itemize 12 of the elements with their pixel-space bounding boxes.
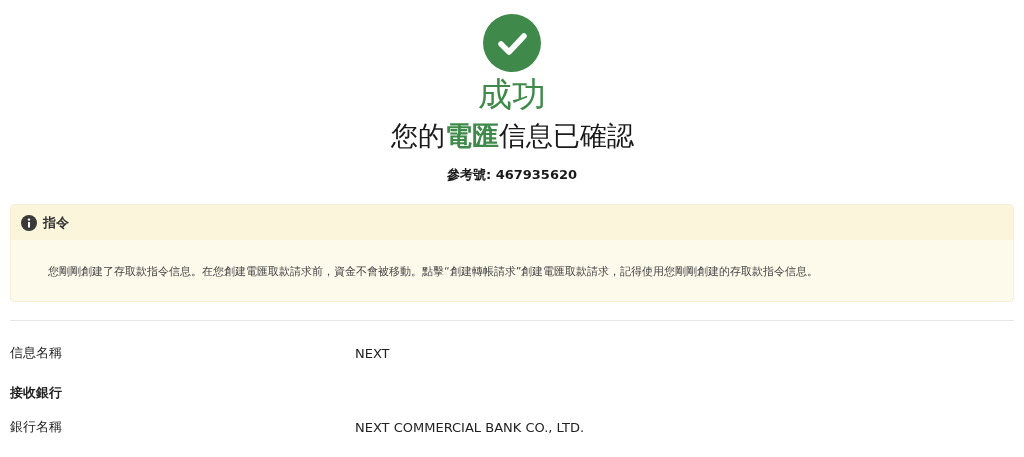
success-check-icon [483,14,541,72]
field-value: NEXT COMMERCIAL BANK CO., LTD. [355,419,585,435]
notice-text: 您剛剛創建了存取款指令信息。在您創建電匯取款請求前，資金不會被移動。點擊“創建轉帳請求”創建電匯取款請求，記得使用您剛剛創建的存取款指令信息。 [47,264,820,280]
confirmation-heading: 您的電匯信息已確認 [390,119,634,153]
section-heading: 接收銀行 [10,384,63,402]
reference-number: 參考號: 467935620 [446,166,578,184]
info-icon [21,214,37,231]
status-title: 成功 [478,74,546,114]
field-label: 銀行名稱 [10,418,63,436]
notice-title: 指令 [43,213,69,232]
field-value: NEXT [355,345,390,361]
field-label: 信息名稱 [10,344,63,362]
